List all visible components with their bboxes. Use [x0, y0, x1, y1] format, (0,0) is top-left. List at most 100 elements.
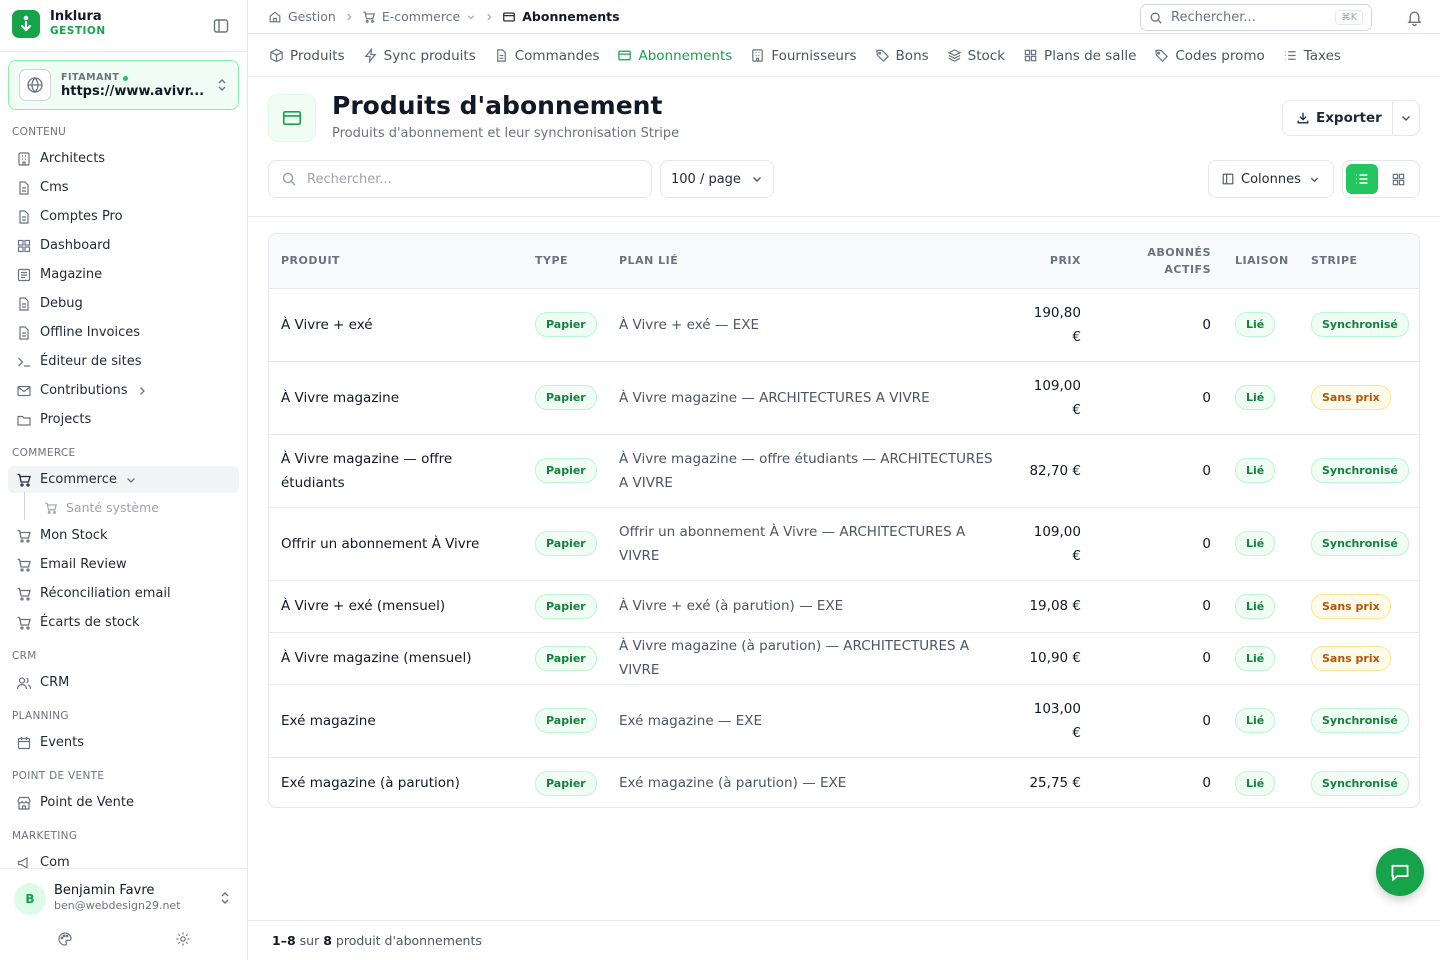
sidebar-item-cms[interactable]: Cms: [8, 174, 239, 201]
sidebar-item-debug[interactable]: Debug: [8, 290, 239, 317]
sidebar-item-offline-invoices[interactable]: Offline Invoices: [8, 319, 239, 346]
column-header-liaison[interactable]: LIAISON: [1223, 234, 1299, 289]
sidebar-item-magazine[interactable]: Magazine: [8, 261, 239, 288]
table-row[interactable]: Exé magazine (à parution) Papier Exé mag…: [269, 757, 1419, 807]
column-header-abonnes[interactable]: ABONNÉS ACTIFS: [1093, 234, 1223, 289]
layers-icon: [947, 48, 962, 63]
breadcrumb-abonnements: Abonnements: [502, 9, 620, 24]
tab-stock[interactable]: Stock: [938, 34, 1014, 76]
table-row[interactable]: À Vivre magazine — offre étudiants Papie…: [269, 434, 1419, 508]
column-header-stripe[interactable]: STRIPE: [1299, 234, 1419, 289]
search-icon: [1149, 11, 1163, 25]
cell-plan: À Vivre + exé — EXE: [607, 288, 1009, 362]
palette-icon[interactable]: [57, 931, 73, 947]
breadcrumb-gestion[interactable]: Gestion: [268, 9, 336, 24]
per-page-select[interactable]: 100 / page: [660, 160, 774, 198]
tab-label: Fournisseurs: [771, 47, 857, 64]
sidebar-item-editeur[interactable]: Éditeur de sites: [8, 348, 239, 375]
sidebar-item-label: Offline Invoices: [40, 325, 141, 340]
columns-label: Colonnes: [1241, 171, 1301, 187]
tab-label: Commandes: [514, 47, 600, 64]
tag-icon: [1154, 48, 1169, 63]
chat-button[interactable]: [1376, 848, 1424, 896]
shopping-cart-icon: [16, 528, 32, 544]
sidebar-item-ecommerce[interactable]: Ecommerce: [8, 466, 239, 493]
brand-subtitle: GESTION: [50, 25, 106, 37]
building-icon: [750, 48, 765, 63]
bell-icon[interactable]: [1406, 9, 1423, 26]
chevrons-up-down-icon: [218, 891, 232, 905]
column-header-produit[interactable]: PRODUIT: [269, 234, 523, 289]
section-label-planning: PLANNING: [12, 710, 69, 722]
export-button[interactable]: Exporter: [1283, 101, 1392, 135]
tab-sync-produits[interactable]: Sync produits: [354, 34, 485, 76]
sidebar-item-ecarts[interactable]: Écarts de stock: [8, 609, 239, 636]
sidebar-item-events[interactable]: Events: [8, 729, 239, 756]
cell-abonnes: 0: [1093, 684, 1223, 758]
column-header-prix[interactable]: PRIX: [1009, 234, 1093, 289]
columns-button[interactable]: Colonnes: [1208, 160, 1334, 198]
pagination-range: 1–8: [272, 933, 296, 948]
tab-codes-promo[interactable]: Codes promo: [1145, 34, 1273, 76]
table-row[interactable]: Exé magazine Papier Exé magazine — EXE 1…: [269, 684, 1419, 758]
table-row[interactable]: À Vivre magazine Papier À Vivre magazine…: [269, 361, 1419, 435]
sidebar-item-contributions[interactable]: Contributions: [8, 377, 239, 404]
pagination-sur: sur: [299, 933, 320, 948]
sidebar-item-architects[interactable]: Architects: [8, 145, 239, 172]
cell-produit: À Vivre magazine — offre étudiants: [269, 434, 523, 508]
type-badge: Papier: [535, 531, 597, 556]
tag-icon: [875, 48, 890, 63]
sidebar-item-sante-systeme[interactable]: Santé système: [36, 494, 239, 521]
settings-icon[interactable]: [175, 931, 191, 947]
table-row[interactable]: À Vivre + exé (mensuel) Papier À Vivre +…: [269, 580, 1419, 633]
user-menu[interactable]: B Benjamin Favre ben@webdesign29.net: [0, 868, 247, 960]
tab-produits[interactable]: Produits: [260, 34, 354, 76]
tab-fournisseurs[interactable]: Fournisseurs: [741, 34, 865, 76]
tab-taxes[interactable]: Taxes: [1274, 34, 1350, 76]
submenu-line: [24, 492, 25, 520]
table-row[interactable]: À Vivre magazine (mensuel) Papier À Vivr…: [269, 632, 1419, 685]
tab-abonnements[interactable]: Abonnements: [608, 34, 741, 76]
breadcrumb-ecommerce[interactable]: E-commerce: [362, 9, 476, 24]
list-view-button[interactable]: [1346, 164, 1378, 194]
search-input[interactable]: [307, 171, 627, 187]
column-header-type[interactable]: TYPE: [523, 234, 607, 289]
list-icon: [1354, 171, 1370, 187]
sidebar-item-label: Ecommerce: [40, 472, 117, 487]
table-row[interactable]: À Vivre + exé Papier À Vivre + exé — EXE…: [269, 288, 1419, 362]
sidebar-item-dashboard[interactable]: Dashboard: [8, 232, 239, 259]
breadcrumb-label: E-commerce: [381, 9, 461, 24]
site-selector[interactable]: FITAMANT https://www.avivr...: [8, 60, 239, 110]
divider: [248, 216, 1440, 217]
tab-commandes[interactable]: Commandes: [485, 34, 609, 76]
sidebar-item-reconciliation[interactable]: Réconciliation email: [8, 580, 239, 607]
stripe-status-badge: Synchronisé: [1311, 708, 1409, 733]
liaison-badge: Lié: [1235, 531, 1276, 556]
stripe-status-badge: Synchronisé: [1311, 458, 1409, 483]
sidebar-toggle-icon[interactable]: [212, 17, 230, 35]
table-row[interactable]: Offrir un abonnement À Vivre Papier Offr…: [269, 507, 1419, 581]
cell-prix: 82,70 €: [1009, 434, 1093, 508]
chevron-down-icon[interactable]: [466, 12, 476, 22]
grid-view-button[interactable]: [1382, 164, 1414, 194]
globe-icon: [19, 69, 51, 101]
sidebar-item-label: Santé système: [66, 500, 159, 515]
sidebar-item-projects[interactable]: Projects: [8, 406, 239, 433]
brand[interactable]: Inklura GESTION: [12, 10, 106, 38]
sidebar-item-crm[interactable]: CRM: [8, 669, 239, 696]
tab-plans-de-salle[interactable]: Plans de salle: [1014, 34, 1145, 76]
subscriptions-table: PRODUIT TYPE PLAN LIÉ PRIX ABONNÉS ACTIF…: [268, 233, 1420, 808]
chevrons-up-down-icon: [216, 78, 228, 92]
type-badge: Papier: [535, 645, 597, 671]
column-header-plan[interactable]: PLAN LIÉ: [607, 234, 1009, 289]
status-dot: [123, 75, 129, 81]
sidebar-item-comptes-pro[interactable]: Comptes Pro: [8, 203, 239, 230]
global-search[interactable]: Rechercher... ⌘K: [1140, 4, 1372, 31]
tab-bons[interactable]: Bons: [866, 34, 938, 76]
export-dropdown-button[interactable]: [1393, 112, 1419, 124]
user-name: Benjamin Favre: [54, 883, 155, 898]
sidebar-item-point-de-vente[interactable]: Point de Vente: [8, 789, 239, 816]
table-search: [268, 160, 652, 198]
sidebar-item-mon-stock[interactable]: Mon Stock: [8, 522, 239, 549]
sidebar-item-email-review[interactable]: Email Review: [8, 551, 239, 578]
